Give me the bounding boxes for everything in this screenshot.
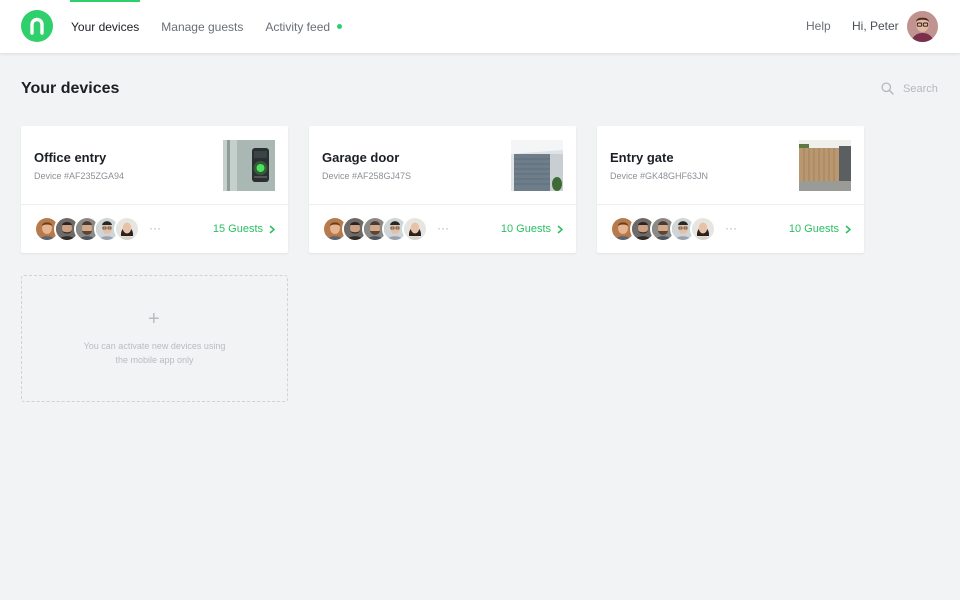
guests-link[interactable]: 15 Guests — [213, 223, 275, 235]
guest-avatar — [114, 216, 140, 242]
device-name: Office entry — [34, 150, 107, 165]
device-name: Entry gate — [610, 150, 674, 165]
guests-count: 10 Guests — [500, 223, 551, 235]
chevron-right-icon — [557, 224, 563, 234]
search-icon — [881, 82, 894, 95]
nav-manage-guests[interactable]: Manage guests — [150, 0, 254, 53]
nav-your-devices-label: Your devices — [71, 19, 140, 34]
device-id: Device #GK48GHF63JN — [610, 171, 709, 181]
more-guests-icon[interactable]: ··· — [725, 221, 737, 235]
card-header: Garage door Device #AF258GJ47S — [309, 126, 576, 205]
more-guests-icon[interactable]: ··· — [437, 221, 449, 235]
device-name: Garage door — [322, 150, 400, 165]
main-nav: Your devices Manage guests Activity feed — [60, 0, 353, 53]
search-placeholder: Search — [903, 82, 938, 95]
chevron-right-icon — [845, 224, 851, 234]
device-thumbnail-keypad — [223, 140, 275, 191]
guest-avatar — [690, 216, 716, 242]
device-card-office-entry[interactable]: Office entry Device #AF235ZGA94 ··· 15 G… — [21, 126, 288, 253]
add-device-hint-line2: the mobile app only — [115, 355, 194, 365]
notification-dot — [337, 24, 343, 29]
guest-avatar — [402, 216, 428, 242]
search-input[interactable]: Search — [881, 82, 938, 95]
guests-link[interactable]: 10 Guests — [789, 223, 851, 235]
nav-manage-guests-label: Manage guests — [161, 19, 244, 34]
device-card-entry-gate[interactable]: Entry gate Device #GK48GHF63JN ··· 10 Gu… — [597, 126, 864, 253]
user-avatar[interactable] — [907, 11, 938, 42]
add-device-placeholder: + You can activate new devices using the… — [21, 275, 288, 402]
page-title: Your devices — [21, 80, 120, 97]
add-device-hint: You can activate new devices using the m… — [22, 339, 287, 367]
device-thumbnail-gate — [799, 140, 851, 191]
plus-icon: + — [148, 308, 160, 330]
device-id: Device #AF235ZGA94 — [34, 171, 125, 181]
more-guests-icon[interactable]: ··· — [149, 221, 161, 235]
guests-link[interactable]: 10 Guests — [501, 223, 563, 235]
guests-count: 15 Guests — [212, 223, 263, 235]
user-greeting[interactable]: Hi, Peter — [852, 19, 899, 33]
logo-icon[interactable] — [21, 10, 53, 42]
add-device-hint-line1: You can activate new devices using — [83, 341, 226, 351]
chevron-right-icon — [269, 224, 275, 234]
help-link[interactable]: Help — [806, 19, 831, 33]
nav-your-devices[interactable]: Your devices — [60, 0, 150, 53]
card-header: Entry gate Device #GK48GHF63JN — [597, 126, 864, 205]
device-thumbnail-garage — [511, 140, 563, 191]
device-id: Device #AF258GJ47S — [322, 171, 412, 181]
nav-activity-feed[interactable]: Activity feed — [254, 0, 353, 53]
device-card-garage-door[interactable]: Garage door Device #AF258GJ47S ··· 10 Gu… — [309, 126, 576, 253]
card-header: Office entry Device #AF235ZGA94 — [21, 126, 288, 205]
top-navigation-bar: Your devices Manage guests Activity feed… — [0, 0, 960, 53]
nav-activity-feed-label: Activity feed — [265, 19, 331, 34]
guests-count: 10 Guests — [788, 223, 839, 235]
